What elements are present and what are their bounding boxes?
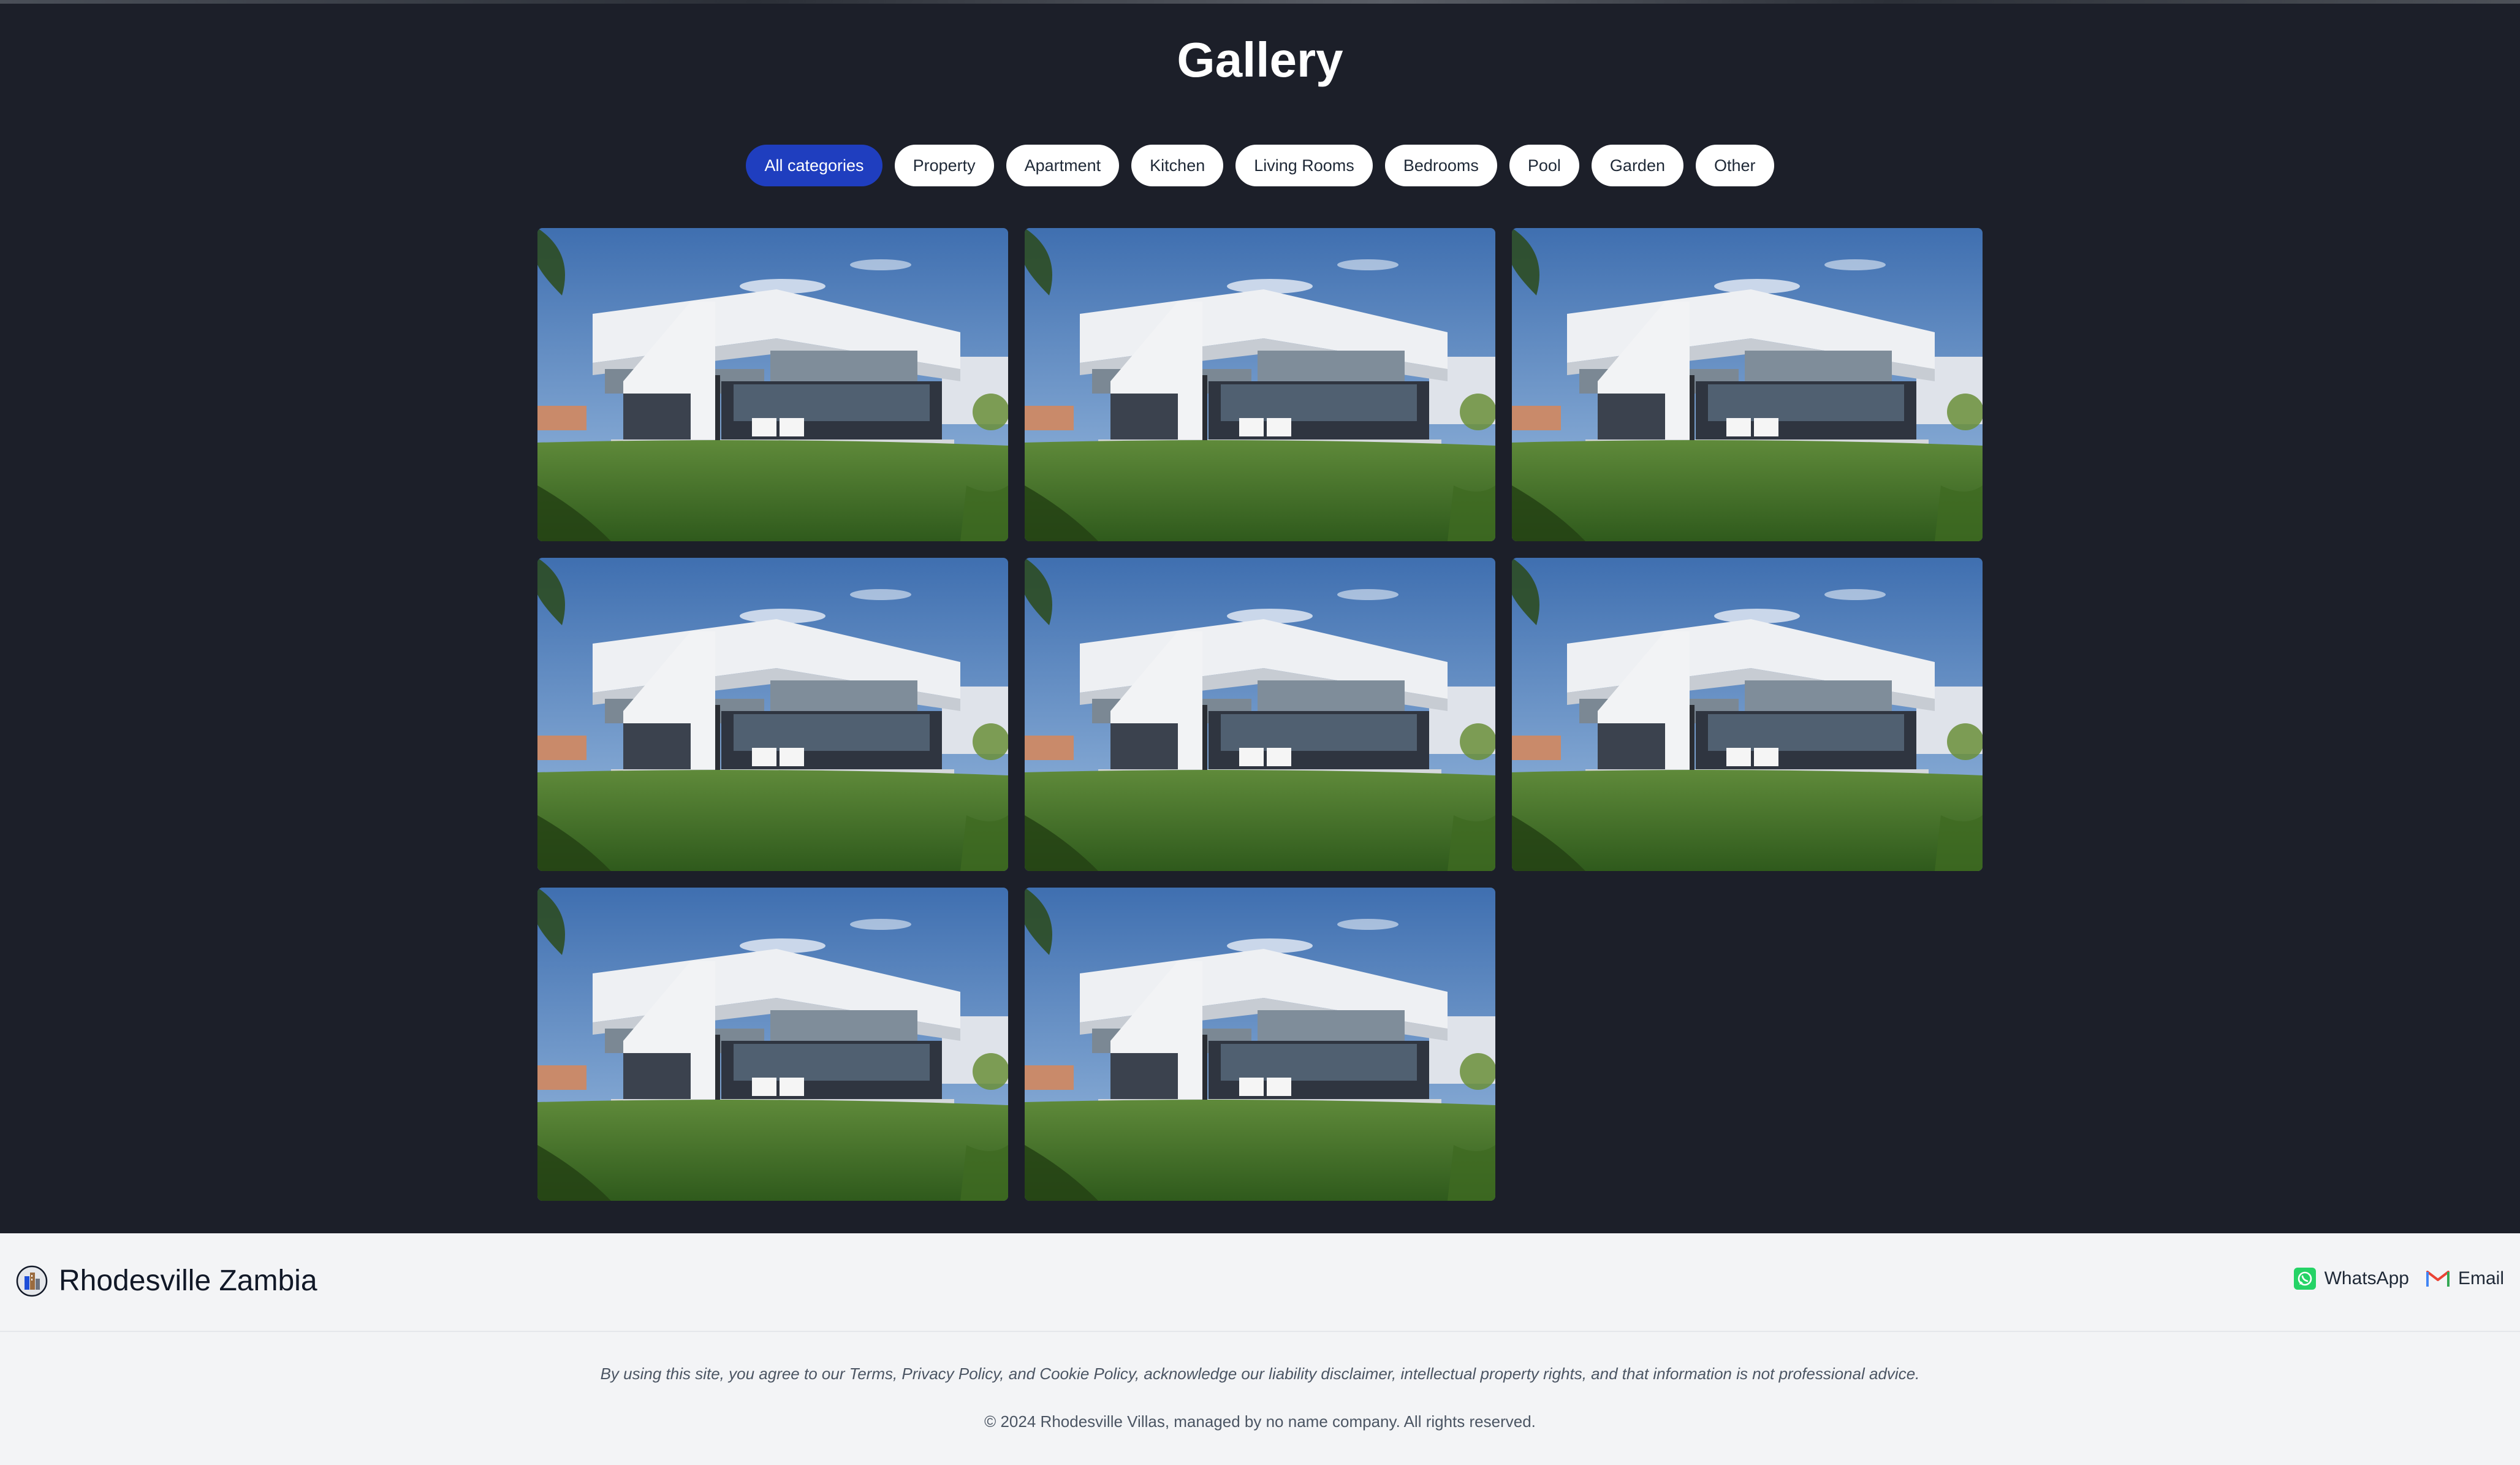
- villa-photo-image: [1512, 228, 1983, 541]
- villa-photo-image: [1025, 228, 1495, 541]
- villa-photo-image: [1025, 558, 1495, 871]
- footer-divider: [0, 1331, 2520, 1332]
- gallery-photo[interactable]: [1025, 228, 1495, 541]
- whatsapp-label: WhatsApp: [2324, 1268, 2409, 1288]
- gallery-photo[interactable]: [537, 888, 1008, 1201]
- page-title: Gallery: [1177, 32, 1343, 87]
- whatsapp-link[interactable]: WhatsApp: [2293, 1268, 2409, 1290]
- villa-photo-image: [1512, 558, 1983, 871]
- email-link[interactable]: Email: [2426, 1268, 2504, 1289]
- legal-notice: By using this site, you agree to our Ter…: [600, 1364, 1920, 1383]
- category-filter-bar: All categories Property Apartment Kitche…: [0, 145, 2520, 186]
- gallery-photo[interactable]: [1025, 558, 1495, 871]
- filter-pool[interactable]: Pool: [1509, 145, 1579, 186]
- gallery-photo[interactable]: [1512, 558, 1983, 871]
- gallery-photo[interactable]: [1025, 888, 1495, 1201]
- villa-photo-image: [1025, 888, 1495, 1201]
- logo-icon: [16, 1265, 48, 1296]
- filter-apartment[interactable]: Apartment: [1006, 145, 1120, 186]
- footer-brand[interactable]: Rhodesville Zambia: [16, 1264, 317, 1298]
- filter-living-rooms[interactable]: Living Rooms: [1235, 145, 1373, 186]
- photo-grid: [537, 228, 1983, 1201]
- gallery-photo[interactable]: [537, 558, 1008, 871]
- copyright: © 2024 Rhodesville Villas, managed by no…: [984, 1412, 1536, 1431]
- email-icon: [2426, 1271, 2450, 1287]
- gallery-photo[interactable]: [1512, 228, 1983, 541]
- filter-all-categories[interactable]: All categories: [746, 145, 882, 186]
- villa-photo-image: [537, 228, 1008, 541]
- email-label: Email: [2457, 1268, 2504, 1288]
- hero-image-edge: [0, 0, 2520, 4]
- filter-property[interactable]: Property: [894, 145, 994, 186]
- villa-photo-image: [537, 888, 1008, 1201]
- filter-kitchen[interactable]: Kitchen: [1131, 145, 1224, 186]
- filter-bedrooms[interactable]: Bedrooms: [1384, 145, 1497, 186]
- whatsapp-icon: [2293, 1268, 2316, 1290]
- villa-photo-image: [537, 558, 1008, 871]
- filter-garden[interactable]: Garden: [1591, 145, 1683, 186]
- brand-name: Rhodesville Zambia: [59, 1265, 317, 1297]
- gallery-photo[interactable]: [537, 228, 1008, 541]
- filter-other[interactable]: Other: [1695, 145, 1774, 186]
- footer-contacts: WhatsApp Email: [2293, 1268, 2504, 1290]
